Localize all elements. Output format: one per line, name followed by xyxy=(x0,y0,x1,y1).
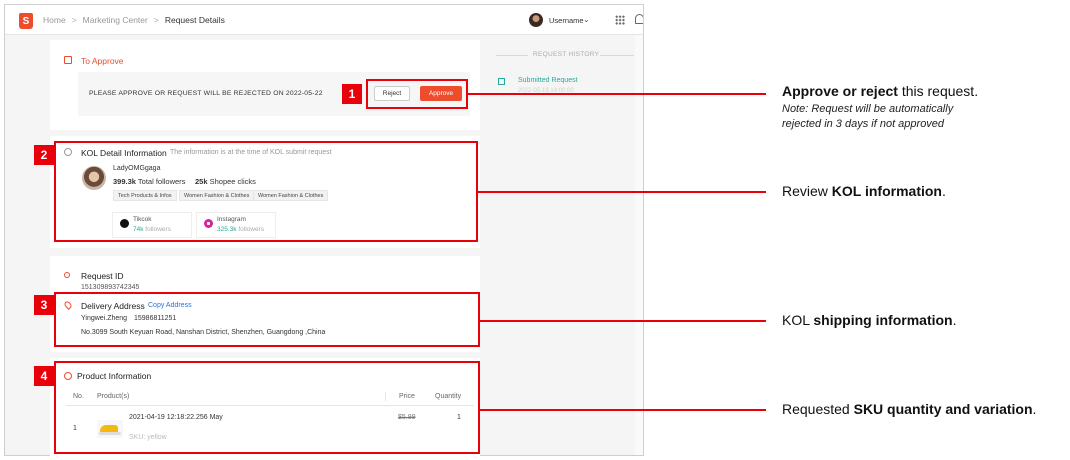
history-item-label: Submitted Request xyxy=(518,77,578,84)
annotation-text-3: KOL shipping information. xyxy=(782,312,957,328)
history-divider xyxy=(496,55,528,56)
annotation-number-4: 4 xyxy=(34,366,54,386)
connector-line-1 xyxy=(468,93,766,95)
chevron-right-icon: > xyxy=(71,15,77,25)
connector-line-2 xyxy=(478,191,766,193)
scrollbar[interactable] xyxy=(635,35,643,455)
request-id-title: Request ID xyxy=(81,271,124,281)
shopee-logo-icon[interactable]: S xyxy=(19,13,33,29)
annotation-text-2: Review KOL information. xyxy=(782,183,946,199)
document-icon xyxy=(498,78,505,85)
user-avatar[interactable] xyxy=(529,13,543,27)
connector-line-4 xyxy=(480,409,766,411)
annotation-4-pre: Requested xyxy=(782,401,854,417)
annotation-2-pre: Review xyxy=(782,183,832,199)
breadcrumb-marketing-center[interactable]: Marketing Center xyxy=(83,15,148,25)
approve-section-title: To Approve xyxy=(81,56,124,66)
history-divider xyxy=(600,55,634,56)
highlight-box-3 xyxy=(54,292,480,347)
highlight-box-4 xyxy=(54,361,480,454)
annotation-2-bold: KOL information xyxy=(831,183,942,199)
annotation-text-4: Requested SKU quantity and variation. xyxy=(782,401,1036,417)
annotation-text-1: Approve or reject this request. xyxy=(782,83,978,99)
breadcrumb-current: Request Details xyxy=(164,15,225,25)
connector-line-3 xyxy=(480,320,766,322)
approve-warning: PLEASE APPROVE OR REQUEST WILL BE REJECT… xyxy=(89,90,323,97)
annotation-note-line-1: Note: Request will be automatically xyxy=(782,103,954,115)
request-id-value: 151309893742345 xyxy=(81,284,140,291)
chevron-right-icon: > xyxy=(153,15,159,25)
highlight-box-1 xyxy=(366,79,468,109)
breadcrumb: Home > Marketing Center > Request Details xyxy=(43,15,225,25)
clipboard-icon xyxy=(64,56,72,64)
annotation-number-3: 3 xyxy=(34,295,54,315)
annotation-number-1: 1 xyxy=(342,84,362,104)
highlight-box-2 xyxy=(54,141,478,242)
annotation-3-bold: shipping information xyxy=(813,312,953,328)
username[interactable]: Username xyxy=(549,16,584,25)
breadcrumb-home[interactable]: Home xyxy=(43,15,66,25)
annotation-1-rest: this request. xyxy=(897,83,979,99)
chevron-down-icon[interactable]: ⌄ xyxy=(583,15,590,24)
annotation-number-2: 2 xyxy=(34,145,54,165)
apps-grid-icon[interactable] xyxy=(615,15,625,25)
bell-icon[interactable] xyxy=(635,14,643,24)
annotation-3-rest: . xyxy=(952,312,957,328)
annotation-3-pre: KOL xyxy=(782,312,814,328)
annotation-1-bold: Approve or reject xyxy=(782,83,898,99)
annotated-guide: S Home > Marketing Center > Request Details … xyxy=(0,0,1070,460)
top-bar: S Home > Marketing Center > Request Details … xyxy=(5,5,643,35)
annotation-2-rest: . xyxy=(941,183,946,199)
request-history-title: REQUEST HISTORY xyxy=(533,51,600,58)
annotation-note-line-2: rejected in 3 days if not approved xyxy=(782,118,945,130)
link-icon xyxy=(64,272,70,278)
annotation-4-bold: SKU quantity and variation xyxy=(853,401,1033,417)
annotation-4-rest: . xyxy=(1032,401,1037,417)
